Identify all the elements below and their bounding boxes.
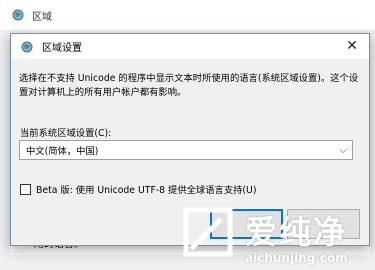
- beta-utf8-option[interactable]: Beta 版: 使用 Unicode UTF-8 提供全球语言支持(U): [20, 182, 256, 196]
- dialog-body: 选择在不支持 Unicode 的程序中显示文本时所使用的语言(系统区域设置)。这…: [11, 59, 369, 245]
- current-locale-dropdown[interactable]: 中文(简体，中国) ⌵: [19, 140, 353, 160]
- beta-utf8-checkbox-label[interactable]: Beta 版: 使用 Unicode UTF-8 提供全球语言支持(U): [36, 182, 256, 196]
- beta-utf8-checkbox[interactable]: [20, 183, 31, 195]
- region-window-titlebar: 区域: [0, 0, 375, 30]
- dialog-description: 选择在不支持 Unicode 的程序中显示文本时所使用的语言(系统区域设置)。这…: [19, 73, 359, 98]
- cancel-button[interactable]: [287, 209, 360, 239]
- close-icon: ✕: [346, 38, 358, 54]
- current-locale-value: 中文(简体，中国): [26, 146, 99, 157]
- globe-clock-icon: [21, 41, 33, 52]
- close-button[interactable]: ✕: [335, 34, 369, 58]
- region-window-title: 区域: [32, 11, 52, 23]
- globe-clock-icon: [12, 9, 24, 21]
- current-locale-label: 当前系统区域设置(C):: [20, 128, 112, 139]
- dialog-title: 区域设置: [42, 43, 82, 54]
- region-settings-dialog: 区域设置 ✕ 选择在不支持 Unicode 的程序中显示文本时所使用的语言(系统…: [10, 33, 370, 246]
- dialog-titlebar[interactable]: 区域设置 ✕: [11, 34, 369, 59]
- ok-button[interactable]: [210, 209, 283, 239]
- chevron-down-icon: ⌵: [339, 145, 347, 156]
